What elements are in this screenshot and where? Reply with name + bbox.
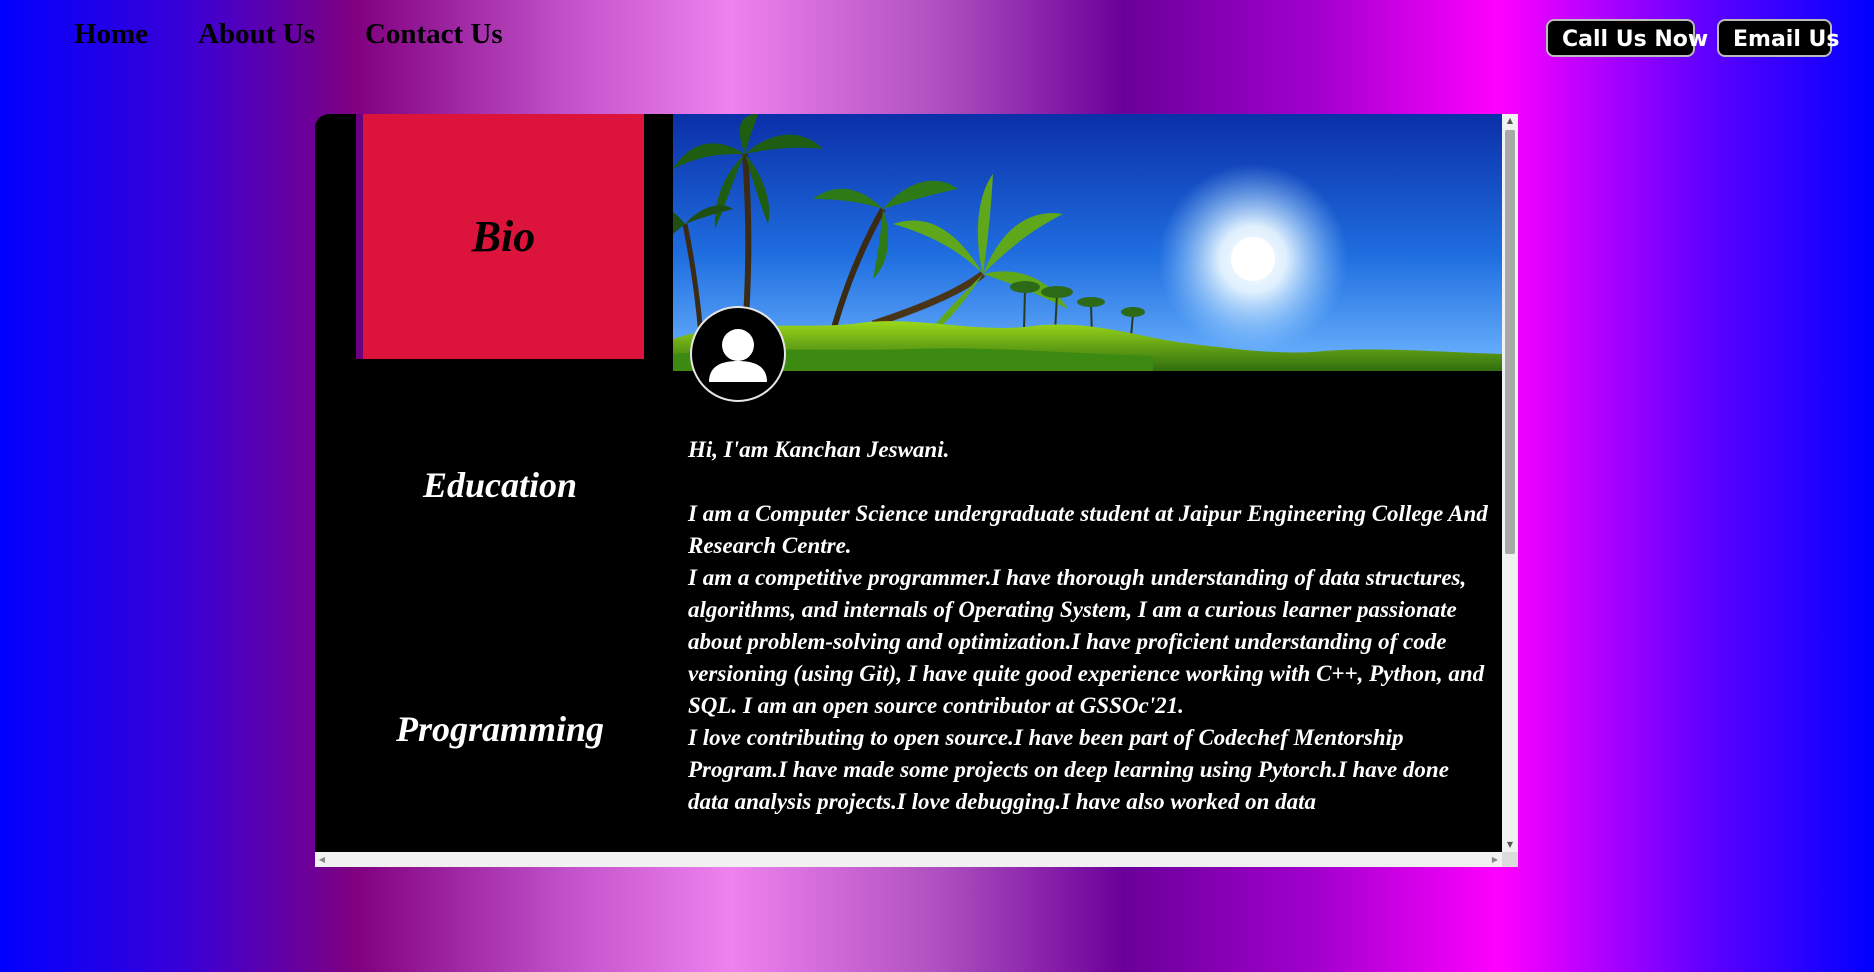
sidebar-item-education[interactable]: Education xyxy=(315,464,685,506)
user-silhouette-icon xyxy=(709,329,767,382)
sidebar-item-bio-label: Bio xyxy=(471,212,536,261)
avatar[interactable] xyxy=(690,306,786,402)
nav-home-link[interactable]: Home xyxy=(74,18,148,51)
scroll-down-icon[interactable]: ▼ xyxy=(1502,838,1518,852)
scrollbar-thumb[interactable] xyxy=(1505,130,1515,554)
bio-paragraph-interests: I love contributing to open source.I hav… xyxy=(688,725,1449,814)
nav-about-link[interactable]: About Us xyxy=(198,18,315,51)
vertical-scrollbar[interactable]: ▲ ▼ xyxy=(1502,114,1518,852)
profile-card: Bio Education Programming Hi, I'am Kanch… xyxy=(315,114,1518,867)
call-us-button[interactable]: Call Us Now xyxy=(1546,19,1708,57)
bio-paragraph-education: I am a Computer Science undergraduate st… xyxy=(688,501,1488,558)
sidebar-item-programming[interactable]: Programming xyxy=(315,708,685,750)
cover-image xyxy=(673,114,1502,371)
tropical-beach-palms-image xyxy=(673,114,1502,371)
top-nav: Home About Us Contact Us xyxy=(74,18,503,51)
horizontal-scrollbar[interactable]: ◀ ▶ xyxy=(315,852,1502,867)
bio-greeting: Hi, I'am Kanchan Jeswani. xyxy=(688,437,950,462)
scroll-up-icon[interactable]: ▲ xyxy=(1502,114,1518,128)
profile-sidebar: Bio Education Programming xyxy=(315,114,675,867)
sidebar-item-bio[interactable]: Bio xyxy=(356,114,644,359)
scroll-right-icon[interactable]: ▶ xyxy=(1488,852,1502,867)
nav-contact-link[interactable]: Contact Us xyxy=(365,18,503,51)
scroll-left-icon[interactable]: ◀ xyxy=(315,852,329,867)
scrollbar-corner xyxy=(1502,852,1518,867)
bio-paragraph-skills: I am a competitive programmer.I have tho… xyxy=(688,565,1485,718)
bio-content: Hi, I'am Kanchan Jeswani. I am a Compute… xyxy=(688,434,1493,818)
email-us-button[interactable]: Email Us xyxy=(1717,19,1840,57)
